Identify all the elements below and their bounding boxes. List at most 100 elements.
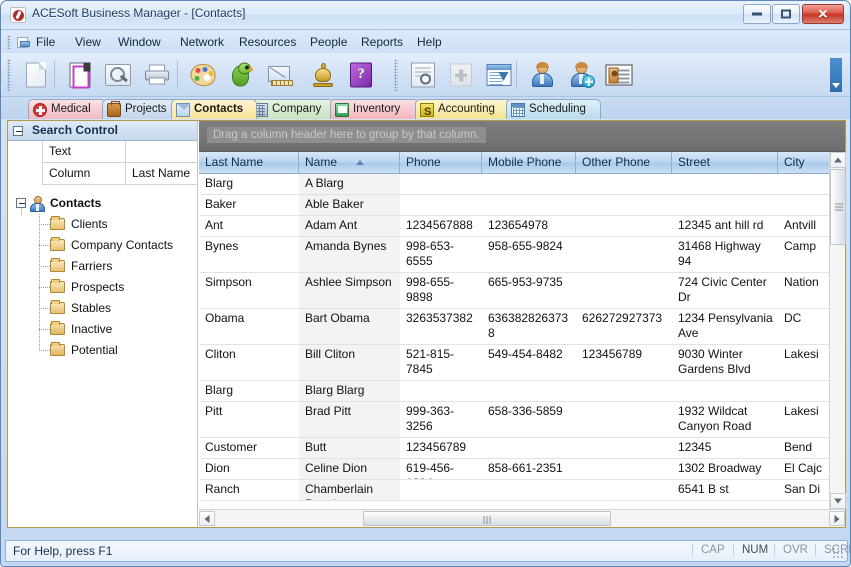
add-person-button[interactable] <box>564 58 598 92</box>
table-cell[interactable]: Brad Pitt <box>299 402 400 437</box>
tab-accounting[interactable]: Accounting <box>415 99 511 122</box>
menu-drag-grip[interactable] <box>7 35 11 49</box>
table-cell[interactable]: 6363828263738 <box>482 309 576 344</box>
tree-node-stables[interactable]: Stables <box>8 298 197 319</box>
table-cell[interactable]: Bill Cliton <box>299 345 400 380</box>
expander-icon[interactable] <box>16 198 26 208</box>
table-cell[interactable]: 123456789 <box>576 345 672 380</box>
toolbar-drag-grip-1[interactable] <box>7 59 11 91</box>
table-cell[interactable] <box>400 381 482 401</box>
column-header-phone[interactable]: Phone <box>400 152 482 174</box>
table-cell[interactable] <box>482 438 576 458</box>
table-row[interactable]: Bynes Amanda Bynes 998-653-6555 958-655-982… <box>199 237 845 273</box>
table-cell[interactable] <box>576 480 672 500</box>
table-cell[interactable]: San Di <box>778 480 831 500</box>
toolbar-drag-grip-2[interactable] <box>394 59 398 91</box>
table-cell[interactable] <box>778 195 831 215</box>
table-cell[interactable] <box>400 195 482 215</box>
collapse-icon[interactable] <box>13 126 23 136</box>
contact-card-button[interactable] <box>602 58 636 92</box>
tab-contacts[interactable]: Contacts <box>171 99 257 119</box>
table-cell[interactable]: DC <box>778 309 831 344</box>
table-cell[interactable] <box>576 174 672 194</box>
vertical-scrollbar[interactable] <box>829 152 846 509</box>
resize-grip[interactable] <box>832 547 844 559</box>
table-cell[interactable] <box>482 174 576 194</box>
tree-node-clients[interactable]: Clients <box>8 214 197 235</box>
table-cell[interactable] <box>576 273 672 308</box>
find-record-button[interactable] <box>406 58 440 92</box>
table-cell[interactable]: 626272927373 <box>576 309 672 344</box>
scroll-up-button[interactable] <box>830 152 846 168</box>
tree-node-company-contacts[interactable]: Company Contacts <box>8 235 197 256</box>
scroll-left-button[interactable] <box>199 511 215 526</box>
bell-button[interactable] <box>306 58 340 92</box>
table-cell[interactable]: Chamberlain Ranch <box>299 480 400 500</box>
table-row[interactable]: RanchChamberlain Ranch 6541 B stSan Di <box>199 480 845 501</box>
tab-projects[interactable]: Projects <box>102 99 180 119</box>
column-header-other-phone[interactable]: Other Phone <box>576 152 672 174</box>
table-row[interactable]: Customer Butt 123456789 12345 Bend <box>199 438 845 459</box>
tab-scheduling[interactable]: Scheduling <box>506 99 601 119</box>
table-cell[interactable]: Nation <box>778 273 831 308</box>
close-button[interactable]: ✕ <box>802 4 844 24</box>
table-cell[interactable]: Dion <box>199 459 299 479</box>
menu-item-view[interactable]: View <box>68 33 108 51</box>
search-text-input[interactable] <box>125 141 197 162</box>
table-cell[interactable]: Pitt <box>199 402 299 437</box>
open-book-button[interactable] <box>63 58 97 92</box>
table-cell[interactable] <box>778 381 831 401</box>
table-cell[interactable]: Bend <box>778 438 831 458</box>
help-book-button[interactable] <box>344 58 378 92</box>
table-cell[interactable]: 12345 ant hill rd <box>672 216 778 236</box>
search-column-row[interactable]: Column Last Name <box>42 163 197 185</box>
maximize-button[interactable] <box>772 4 800 24</box>
tree-node-potential[interactable]: Potential <box>8 340 197 361</box>
table-cell[interactable]: Ashlee Simpson <box>299 273 400 308</box>
table-cell[interactable] <box>400 174 482 194</box>
group-by-panel[interactable]: Drag a column header here to group by th… <box>199 121 845 152</box>
table-row[interactable]: Blarg A Blarg <box>199 174 845 195</box>
table-cell[interactable]: 665-953-9735 <box>482 273 576 308</box>
table-cell[interactable]: Obama <box>199 309 299 344</box>
table-cell[interactable] <box>576 438 672 458</box>
table-cell[interactable]: Antvill <box>778 216 831 236</box>
table-cell[interactable] <box>778 174 831 194</box>
menu-item-file[interactable]: File <box>29 33 62 51</box>
table-cell[interactable] <box>576 381 672 401</box>
table-cell[interactable]: Ranch <box>199 480 299 500</box>
column-header-last-name[interactable]: Last Name <box>199 152 299 174</box>
tab-inventory[interactable]: Inventory <box>330 99 419 119</box>
menu-item-resources[interactable]: Resources <box>232 33 303 51</box>
column-header-street[interactable]: Street <box>672 152 778 174</box>
print-button[interactable] <box>140 58 174 92</box>
tree-node-contacts[interactable]: Contacts <box>8 193 197 215</box>
table-cell[interactable] <box>482 195 576 215</box>
menu-item-help[interactable]: Help <box>410 33 449 51</box>
table-cell[interactable] <box>482 381 576 401</box>
horizontal-scroll-thumb[interactable] <box>363 511 611 526</box>
table-cell[interactable]: Customer <box>199 438 299 458</box>
folder-ruler-button[interactable] <box>264 58 298 92</box>
table-cell[interactable]: 3263537382 <box>400 309 482 344</box>
table-cell[interactable]: Camp <box>778 237 831 272</box>
table-row[interactable]: Blarg Blarg Blarg <box>199 381 845 402</box>
tree-node-prospects[interactable]: Prospects <box>8 277 197 298</box>
table-cell[interactable]: Bart Obama <box>299 309 400 344</box>
table-cell[interactable]: 1234567888 <box>400 216 482 236</box>
table-cell[interactable]: Ant <box>199 216 299 236</box>
search-column-select[interactable]: Last Name <box>125 163 197 184</box>
table-row[interactable]: Obama Bart Obama 3263537382 6363828263738 62… <box>199 309 845 345</box>
tab-medical[interactable]: Medical <box>28 99 106 119</box>
horizontal-scrollbar[interactable] <box>199 509 845 527</box>
table-cell[interactable]: Bynes <box>199 237 299 272</box>
menu-item-reports[interactable]: Reports <box>354 33 410 51</box>
table-cell[interactable]: El Cajc <box>778 459 831 479</box>
table-cell[interactable]: 619-456-1234 <box>400 459 482 479</box>
table-cell[interactable] <box>672 174 778 194</box>
table-cell[interactable]: 6541 B st <box>672 480 778 500</box>
table-cell[interactable]: Blarg <box>199 381 299 401</box>
table-cell[interactable]: 1234 Pensylvania Ave <box>672 309 778 344</box>
table-row[interactable]: Pitt Brad Pitt 999-363-3256 658-336-5859 193… <box>199 402 845 438</box>
table-cell[interactable] <box>672 195 778 215</box>
